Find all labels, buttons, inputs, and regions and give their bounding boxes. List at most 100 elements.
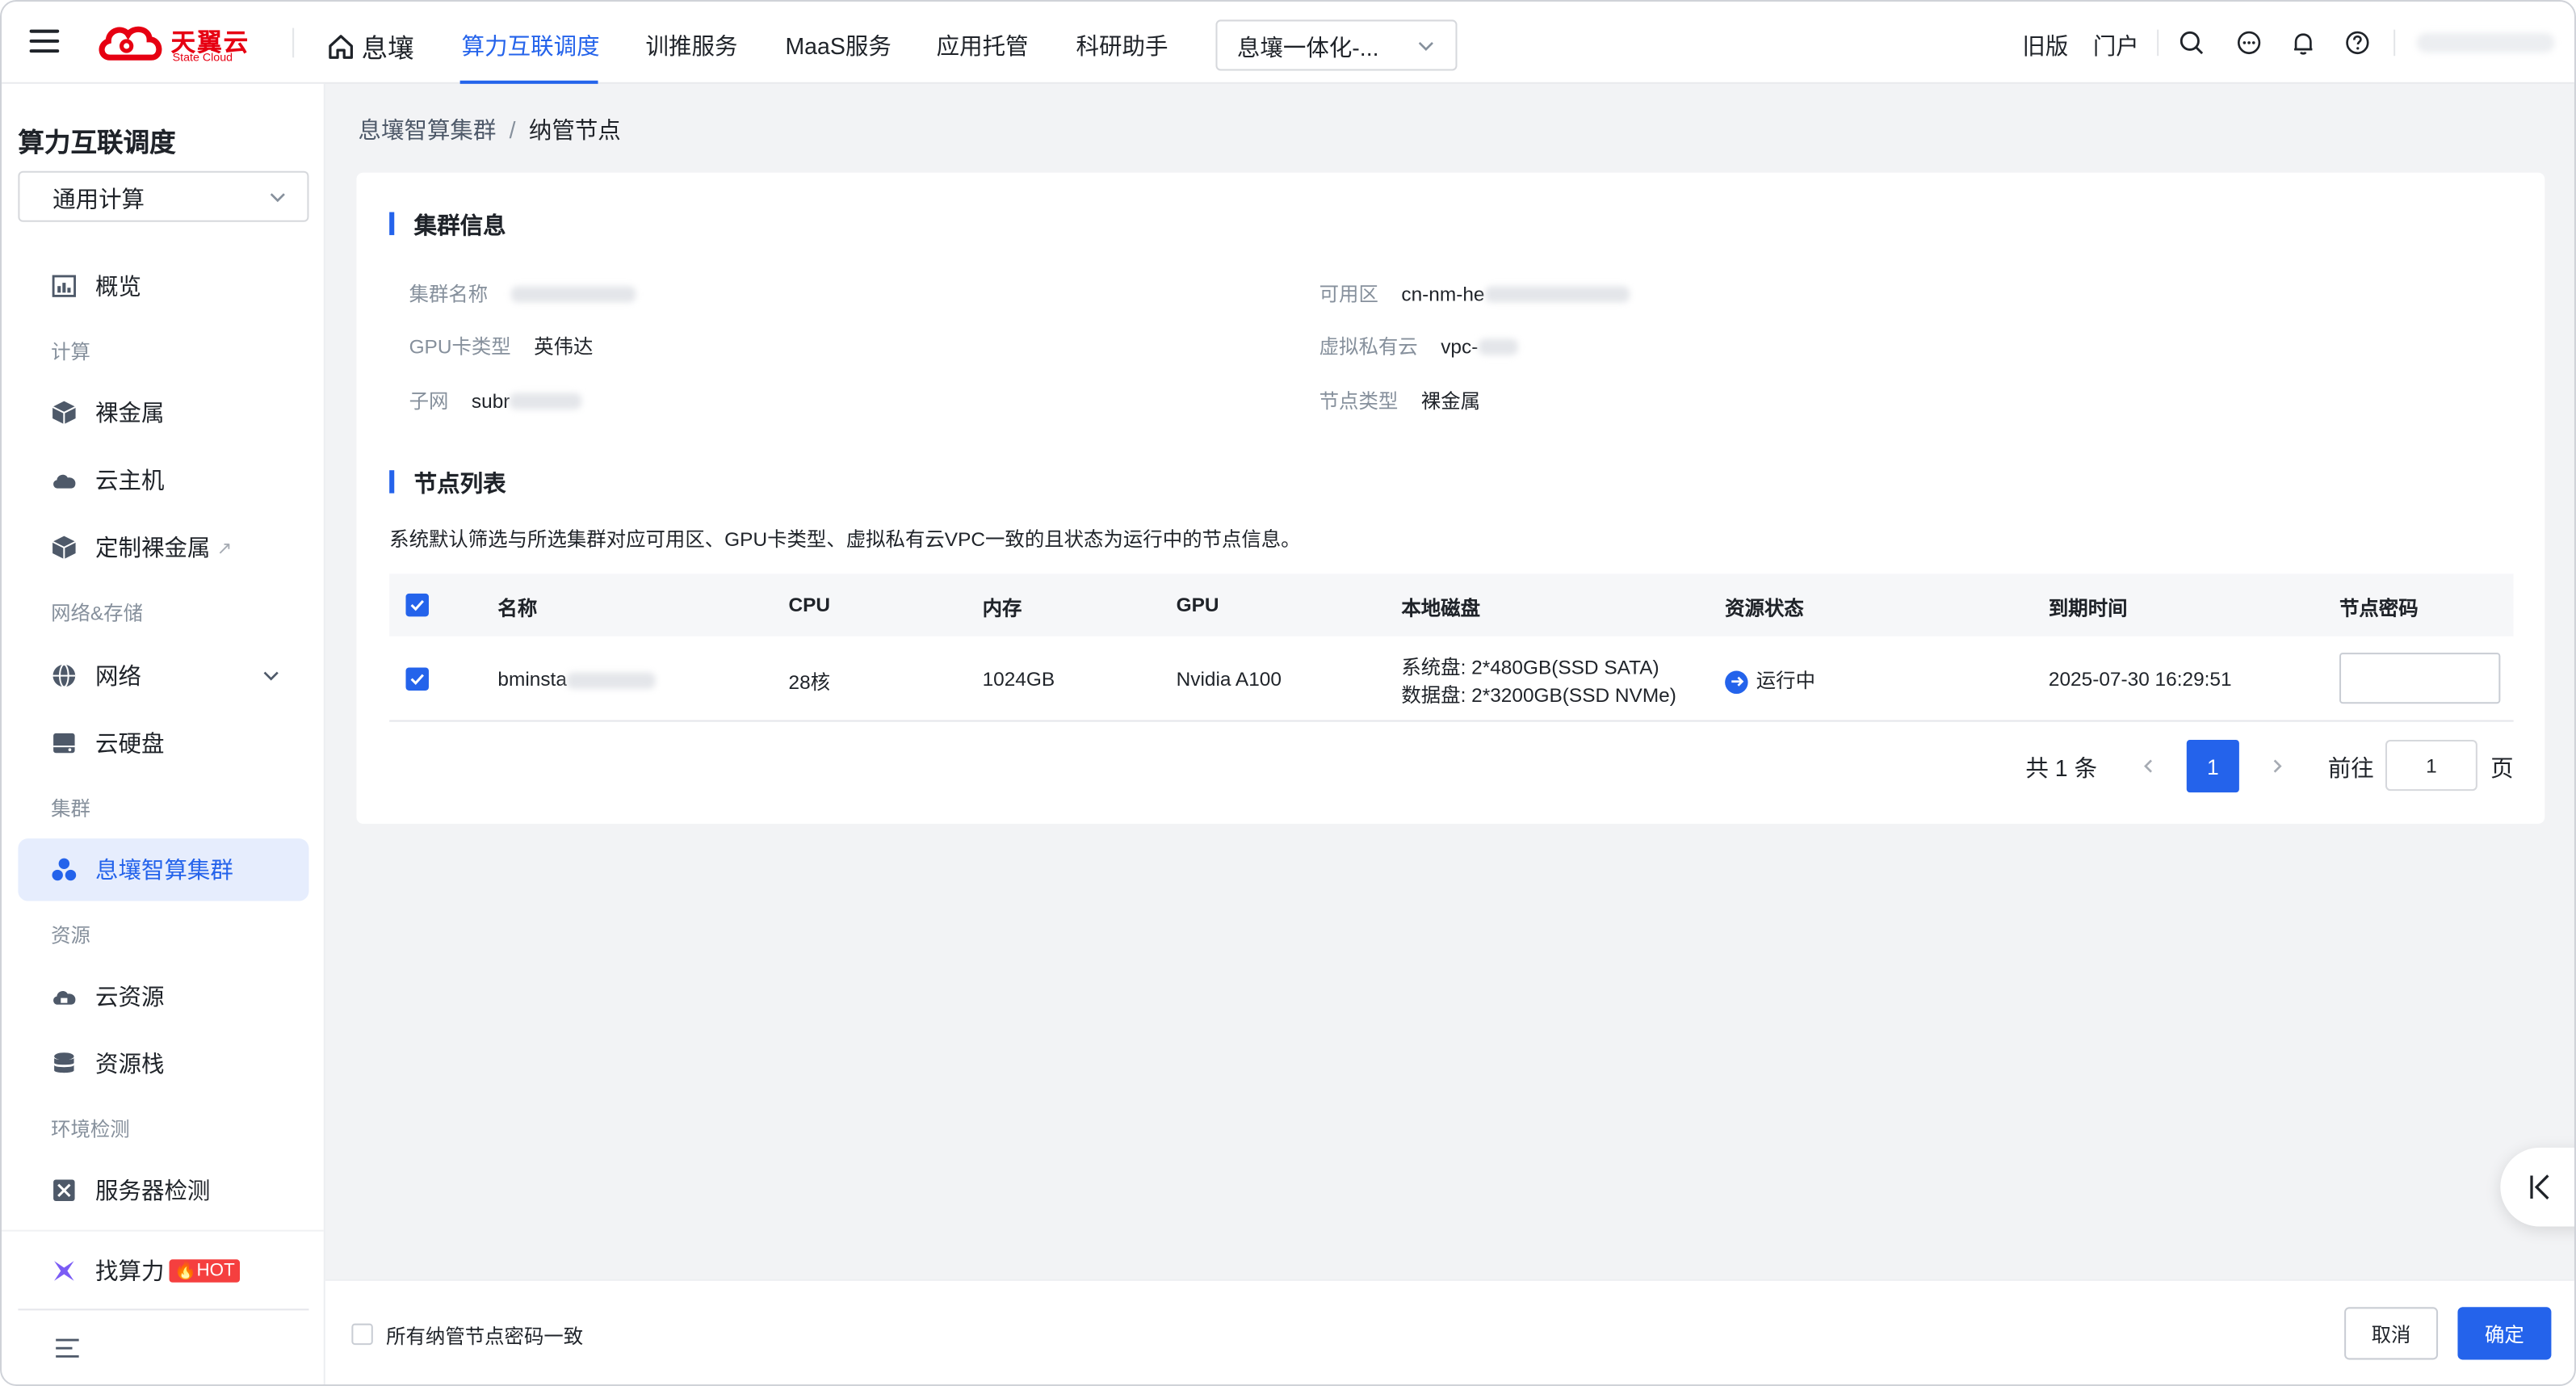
redacted-value: [1484, 285, 1630, 302]
field-label: 可用区: [1319, 283, 1378, 306]
brand-name-en: State Cloud: [172, 52, 233, 65]
cluster-icon: [51, 857, 78, 884]
sidebar-item-cluster[interactable]: 息壤智算集群: [51, 853, 233, 886]
portal-link[interactable]: 门户: [2093, 30, 2139, 63]
select-all-checkbox[interactable]: [405, 593, 429, 617]
node-data-disk: 数据盘: 2*3200GB(SSD NVMe): [1401, 683, 1676, 708]
field-label: 节点类型: [1319, 389, 1399, 413]
cloud-logo-icon: [99, 26, 162, 61]
status-text: 运行中: [1756, 669, 1816, 692]
sidebar-item-label: 云资源: [94, 983, 165, 1010]
pager-goto-input[interactable]: 1: [2385, 740, 2477, 792]
node-cpu: 28核: [788, 670, 831, 695]
main-card: 集群信息 集群名称 可用区 cn-nm-he GPU卡类型 英伟达 虚拟私有云 …: [356, 172, 2545, 824]
breadcrumb: 息壤智算集群 / 纳管节点: [358, 113, 620, 146]
help-icon[interactable]: [2344, 30, 2371, 57]
chevron-down-icon: [1418, 41, 1433, 51]
sidebar-item-resource-stack[interactable]: 资源栈: [51, 1048, 164, 1081]
compute-type-value: 通用计算: [52, 186, 145, 212]
cube-icon: [51, 400, 78, 426]
chevron-down-icon: [270, 193, 285, 203]
action-footer: 所有纳管节点密码一致 取消 确定: [325, 1279, 2574, 1384]
globe-icon: [51, 662, 78, 689]
collapse-sidebar-icon[interactable]: [54, 1337, 81, 1359]
cloud-icon: [51, 467, 78, 494]
field-value: 裸金属: [1420, 389, 1481, 413]
sidebar-item-overview[interactable]: 概览: [51, 270, 141, 303]
workspace-select[interactable]: 息壤一体化-...: [1215, 19, 1458, 71]
sidebar-item-network[interactable]: 网络: [51, 659, 281, 692]
nav-training-inference[interactable]: 训推服务: [646, 30, 738, 63]
column-header-name: 名称: [497, 596, 538, 620]
sidebar-item-custom-bare-metal[interactable]: 定制裸金属 ↗: [51, 531, 232, 564]
sidebar-item-cloud-resource[interactable]: 云资源: [51, 980, 164, 1013]
breadcrumb-current: 纳管节点: [528, 116, 621, 144]
sidebar-item-label: 云主机: [94, 467, 165, 494]
legacy-version-link[interactable]: 旧版: [2022, 30, 2068, 63]
cloud-resource-icon: [51, 983, 78, 1010]
menu-icon[interactable]: [29, 29, 60, 57]
column-header-password: 节点密码: [2339, 596, 2419, 620]
breadcrumb-parent[interactable]: 息壤智算集群: [358, 117, 496, 144]
row-checkbox[interactable]: [405, 667, 429, 691]
chevron-left-icon[interactable]: [2141, 758, 2157, 774]
divider: [2393, 29, 2396, 57]
sidebar-item-server-check[interactable]: 服务器检测: [51, 1174, 210, 1207]
field-value: subr: [471, 388, 510, 412]
sidebar-item-label: 服务器检测: [94, 1177, 211, 1204]
sidebar-item-cloud-host[interactable]: 云主机: [51, 464, 164, 497]
chevron-down-icon[interactable]: [261, 666, 280, 685]
table-row: bminsta 28核 1024GB Nvidia A100 系统盘: 2*48…: [389, 636, 2514, 722]
confirm-button[interactable]: 确定: [2457, 1307, 2552, 1360]
node-system-disk: 系统盘: 2*480GB(SSD SATA): [1401, 656, 1659, 679]
node-expire-time: 2025-07-30 16:29:51: [2048, 667, 2232, 691]
collapse-left-icon: [2530, 1174, 2549, 1200]
column-header-memory: 内存: [982, 596, 1022, 620]
sidebar-group-cluster: 集群: [51, 797, 90, 821]
divider: [2, 1229, 324, 1232]
database-icon: [51, 1051, 78, 1077]
breadcrumb-separator: /: [509, 116, 516, 144]
sidebar-item-label: 网络: [94, 662, 141, 689]
node-table: 名称 CPU 内存 GPU 本地磁盘 资源状态 到期时间 节点密码 bminst…: [389, 573, 2514, 722]
nav-app-hosting[interactable]: 应用托管: [937, 30, 1029, 63]
node-list-description: 系统默认筛选与所选集群对应可用区、GPU卡类型、虚拟私有云VPC一致的且状态为运…: [389, 527, 1301, 551]
brand-logo[interactable]: 天翼云 State Cloud: [97, 21, 261, 67]
cancel-button[interactable]: 取消: [2344, 1307, 2439, 1360]
message-icon[interactable]: [2236, 30, 2263, 57]
compute-type-select[interactable]: 通用计算: [18, 170, 309, 222]
sidebar-item-bare-metal[interactable]: 裸金属: [51, 397, 164, 430]
node-name-cell: bminsta: [497, 667, 656, 691]
same-password-label[interactable]: 所有纳管节点密码一致: [386, 1322, 583, 1350]
cluster-name-field: 集群名称: [409, 279, 636, 308]
sidebar-item-label: 找算力: [94, 1258, 165, 1284]
field-value: cn-nm-he: [1401, 282, 1485, 305]
nav-maas[interactable]: MaaS服务: [785, 30, 891, 63]
redacted-value: [1478, 338, 1518, 355]
chevron-right-icon[interactable]: [2269, 758, 2285, 774]
cube-icon: [51, 535, 78, 561]
nav-research-assistant[interactable]: 科研助手: [1076, 30, 1168, 63]
field-label: 子网: [409, 389, 449, 413]
same-password-checkbox[interactable]: [351, 1323, 373, 1346]
external-link-icon: ↗: [216, 538, 233, 559]
sidebar-item-find-compute[interactable]: 找算力 🔥HOT: [51, 1254, 240, 1287]
workspace-value: 息壤一体化-...: [1236, 34, 1379, 61]
running-arrow-icon: [1725, 670, 1748, 694]
bell-icon[interactable]: [2290, 30, 2317, 57]
node-password-input[interactable]: [2339, 653, 2501, 704]
sidebar-item-label: 云硬盘: [94, 729, 165, 757]
app-window: 天翼云 State Cloud 息壤 算力互联调度 训推服务 MaaS服务 应用…: [0, 0, 2576, 1386]
floating-collapse-button[interactable]: [2500, 1147, 2574, 1227]
column-header-disk: 本地磁盘: [1401, 596, 1481, 620]
home-icon: [329, 34, 353, 58]
column-header-cpu: CPU: [788, 593, 831, 617]
nav-compute-scheduling[interactable]: 算力互联调度: [462, 30, 600, 63]
pager-page-1[interactable]: 1: [2186, 740, 2239, 793]
sidebar: 算力互联调度 通用计算 概览 计算 裸金属 云主机 定制裸金属 ↗ 网络&存储 …: [2, 83, 325, 1384]
nav-home[interactable]: 息壤: [327, 27, 414, 66]
pager-goto-label: 前往: [2327, 754, 2374, 781]
search-icon[interactable]: [2179, 30, 2205, 57]
user-account[interactable]: [2416, 32, 2555, 53]
sidebar-item-cloud-disk[interactable]: 云硬盘: [51, 727, 164, 760]
